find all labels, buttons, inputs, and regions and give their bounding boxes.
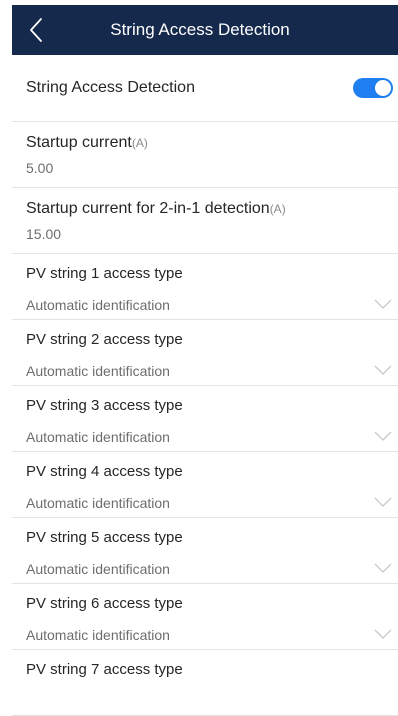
startup-current-input[interactable]: 5.00 xyxy=(26,160,53,176)
pv-string-5-label: PV string 5 access type xyxy=(26,529,183,546)
chevron-down-icon xyxy=(374,365,392,375)
pv-string-2-label: PV string 2 access type xyxy=(26,331,183,348)
pv-string-1-label: PV string 1 access type xyxy=(26,265,183,282)
pv-string-4-value: Automatic identification xyxy=(26,495,170,511)
startup-current-2in1-label-text: Startup current for 2-in-1 detection xyxy=(26,200,270,217)
string-access-detection-row: String Access Detection xyxy=(12,55,398,122)
back-arrow-icon xyxy=(30,18,42,42)
pv-string-1-value: Automatic identification xyxy=(26,297,170,313)
app-header: String Access Detection xyxy=(12,5,398,55)
string-access-detection-toggle[interactable] xyxy=(353,78,393,98)
startup-current-2in1-unit: (A) xyxy=(269,202,286,216)
string-access-detection-label: String Access Detection xyxy=(26,79,195,96)
startup-current-2in1-input[interactable]: 15.00 xyxy=(26,226,61,242)
back-button[interactable] xyxy=(16,10,56,50)
pv-string-7-select[interactable]: PV string 7 access type xyxy=(12,650,398,716)
pv-string-5-select[interactable]: PV string 5 access type Automatic identi… xyxy=(12,518,398,584)
chevron-down-icon xyxy=(374,299,392,309)
chevron-down-icon xyxy=(374,497,392,507)
pv-string-4-label: PV string 4 access type xyxy=(26,463,183,480)
pv-string-3-value: Automatic identification xyxy=(26,429,170,445)
pv-string-6-value: Automatic identification xyxy=(26,627,170,643)
startup-current-label: Startup current(A) xyxy=(26,134,148,152)
pv-string-6-select[interactable]: PV string 6 access type Automatic identi… xyxy=(12,584,398,650)
pv-string-1-select[interactable]: PV string 1 access type Automatic identi… xyxy=(12,254,398,320)
pv-string-3-select[interactable]: PV string 3 access type Automatic identi… xyxy=(12,386,398,452)
toggle-knob xyxy=(375,80,391,96)
startup-current-2in1-row: Startup current for 2-in-1 detection(A) … xyxy=(12,188,398,254)
page-title: String Access Detection xyxy=(110,20,290,39)
chevron-down-icon xyxy=(374,431,392,441)
pv-string-2-value: Automatic identification xyxy=(26,363,170,379)
chevron-down-icon xyxy=(374,563,392,573)
startup-current-unit: (A) xyxy=(131,136,148,150)
startup-current-label-text: Startup current xyxy=(26,134,132,151)
settings-list: String Access Detection Startup current(… xyxy=(12,55,398,716)
pv-string-2-select[interactable]: PV string 2 access type Automatic identi… xyxy=(12,320,398,386)
pv-string-4-select[interactable]: PV string 4 access type Automatic identi… xyxy=(12,452,398,518)
startup-current-2in1-label: Startup current for 2-in-1 detection(A) xyxy=(26,200,286,218)
pv-string-3-label: PV string 3 access type xyxy=(26,397,183,414)
pv-string-7-label: PV string 7 access type xyxy=(26,661,183,678)
chevron-down-icon xyxy=(374,629,392,639)
startup-current-row: Startup current(A) 5.00 xyxy=(12,122,398,188)
pv-string-5-value: Automatic identification xyxy=(26,561,170,577)
pv-string-6-label: PV string 6 access type xyxy=(26,595,183,612)
